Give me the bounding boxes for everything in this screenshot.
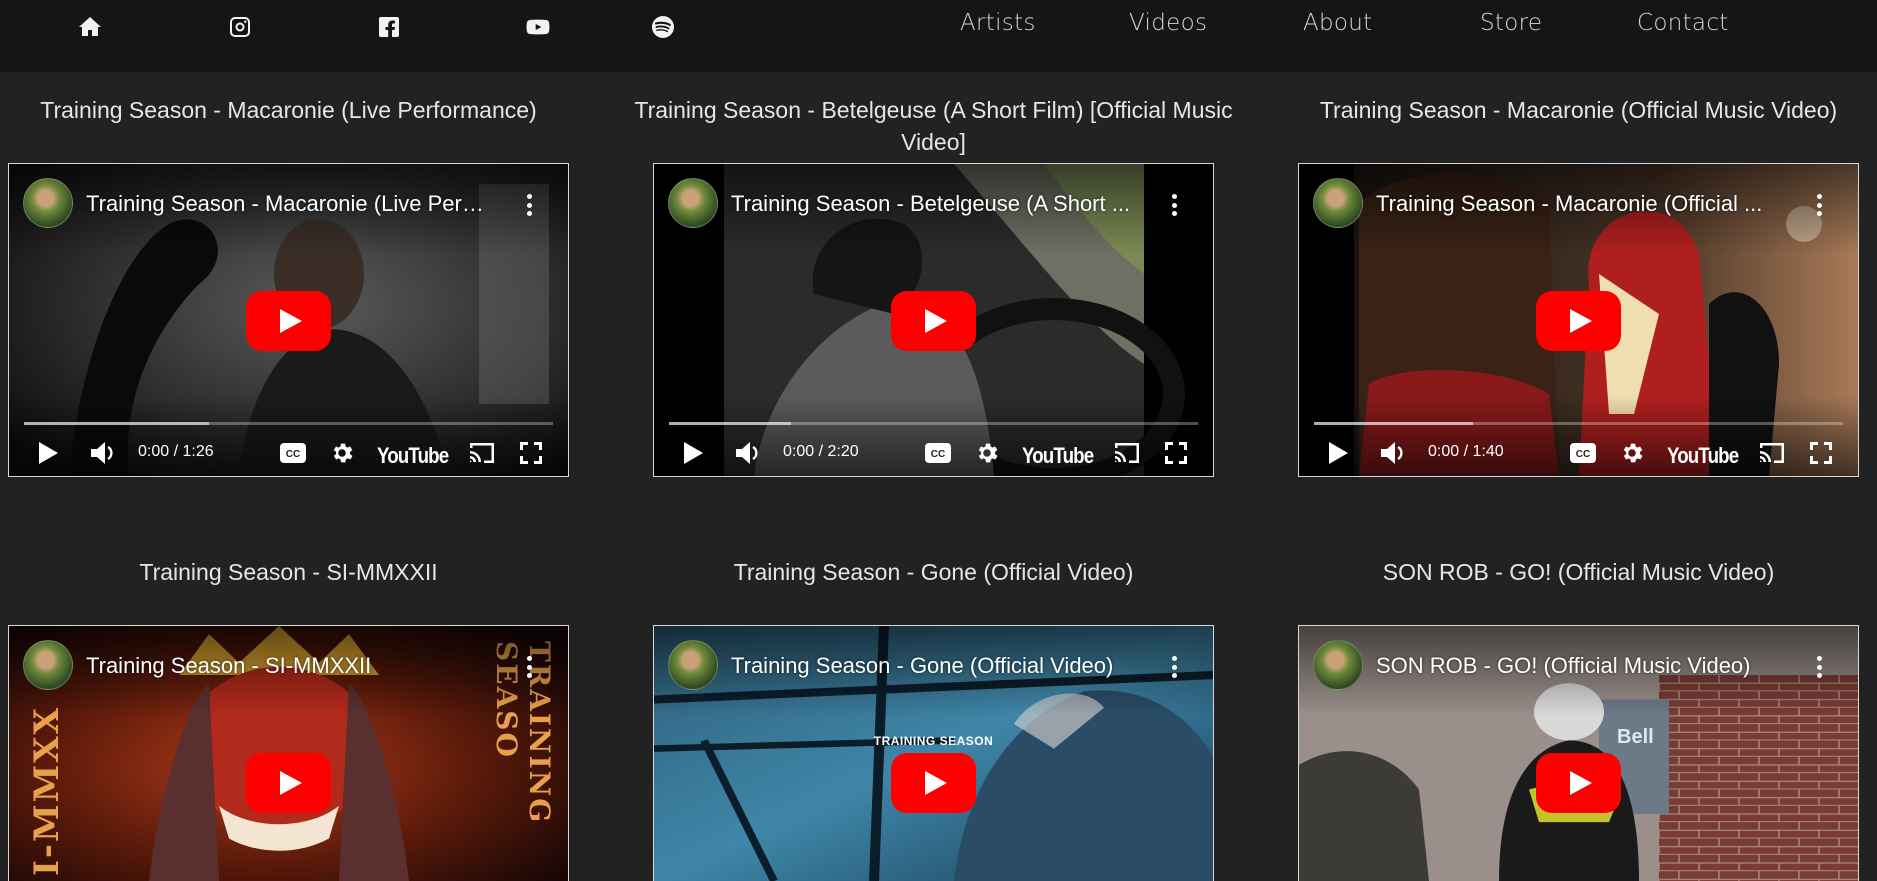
- nav-artists[interactable]: Artists: [960, 10, 1036, 36]
- settings-gear-icon[interactable]: [974, 436, 1000, 470]
- youtube-embed-player[interactable]: Training Season - Betelgeuse (A Short ..…: [653, 163, 1214, 477]
- fullscreen-icon[interactable]: [1164, 436, 1188, 470]
- instagram-icon[interactable]: [225, 12, 255, 42]
- progress-buffered: [669, 422, 791, 425]
- nav-contact[interactable]: Contact: [1637, 10, 1729, 36]
- video-heading: SON ROB - GO! (Official Music Video): [1382, 559, 1775, 585]
- channel-avatar[interactable]: [23, 640, 73, 690]
- large-play-button[interactable]: [891, 753, 976, 813]
- youtube-logo[interactable]: YouTube: [1022, 443, 1094, 469]
- cast-icon[interactable]: [1757, 436, 1787, 470]
- player-video-title[interactable]: Training Season - Betelgeuse (A Short ..…: [731, 191, 1131, 217]
- nav-store[interactable]: Store: [1480, 10, 1542, 36]
- channel-avatar[interactable]: [1313, 640, 1363, 690]
- youtube-icon[interactable]: [523, 12, 553, 42]
- play-icon[interactable]: [1327, 436, 1349, 470]
- settings-gear-icon[interactable]: [1619, 436, 1645, 470]
- progress-buffered: [24, 422, 210, 425]
- more-options-icon[interactable]: [1816, 656, 1822, 678]
- captions-icon[interactable]: CC: [924, 436, 952, 470]
- play-icon[interactable]: [682, 436, 704, 470]
- progress-bar[interactable]: [1314, 422, 1843, 425]
- channel-avatar[interactable]: [668, 640, 718, 690]
- video-heading: Training Season - Gone (Official Video): [733, 559, 1134, 585]
- youtube-embed-player[interactable]: Training Season - Macaronie (Live Perf..…: [8, 163, 569, 477]
- more-options-icon[interactable]: [526, 656, 532, 678]
- video-heading: Training Season - Betelgeuse (A Short Fi…: [634, 97, 1233, 155]
- progress-bar[interactable]: [669, 422, 1198, 425]
- nav-videos[interactable]: Videos: [1129, 10, 1207, 36]
- large-play-button[interactable]: [1536, 291, 1621, 351]
- volume-icon[interactable]: [734, 436, 762, 470]
- more-options-icon[interactable]: [1171, 656, 1177, 678]
- svg-text:CC: CC: [931, 449, 945, 460]
- player-video-title[interactable]: Training Season - Macaronie (Official ..…: [1376, 191, 1776, 217]
- captions-icon[interactable]: CC: [279, 436, 307, 470]
- more-options-icon[interactable]: [1171, 194, 1177, 216]
- thumbnail-sign: Bell: [1617, 726, 1654, 748]
- settings-gear-icon[interactable]: [329, 436, 355, 470]
- youtube-logo[interactable]: YouTube: [377, 443, 449, 469]
- player-video-title[interactable]: Training Season - SI-MMXXII: [86, 653, 486, 679]
- facebook-icon[interactable]: [374, 12, 404, 42]
- youtube-embed-player[interactable]: I-MMXX TRAINING SEASO Training Season - …: [8, 625, 569, 881]
- video-heading: Training Season - Macaronie (Live Perfor…: [40, 97, 537, 123]
- large-play-button[interactable]: [891, 291, 976, 351]
- time-display: 0:00 / 2:20: [783, 443, 859, 460]
- fullscreen-icon[interactable]: [519, 436, 543, 470]
- player-video-title[interactable]: Training Season - Macaronie (Live Perf..…: [86, 191, 486, 217]
- thumbnail-decor: I-MMXX: [27, 706, 67, 877]
- cast-icon[interactable]: [1112, 436, 1142, 470]
- top-navigation-bar: Artists Videos About Store Contact: [0, 0, 1877, 72]
- more-options-icon[interactable]: [1816, 194, 1822, 216]
- youtube-embed-player[interactable]: Training Season - Macaronie (Official ..…: [1298, 163, 1859, 477]
- play-icon[interactable]: [37, 436, 59, 470]
- cast-icon[interactable]: [467, 436, 497, 470]
- more-options-icon[interactable]: [526, 194, 532, 216]
- large-play-button[interactable]: [246, 753, 331, 813]
- volume-icon[interactable]: [89, 436, 117, 470]
- player-video-title[interactable]: Training Season - Gone (Official Video): [731, 653, 1131, 679]
- youtube-embed-player[interactable]: TRAINING SEASON Training Season - Gone (…: [653, 625, 1214, 881]
- progress-buffered: [1314, 422, 1473, 425]
- spotify-icon[interactable]: [648, 12, 678, 42]
- time-display: 0:00 / 1:40: [1428, 443, 1504, 460]
- channel-avatar[interactable]: [1313, 178, 1363, 228]
- channel-avatar[interactable]: [23, 178, 73, 228]
- svg-text:CC: CC: [286, 449, 300, 460]
- home-icon[interactable]: [75, 12, 105, 42]
- captions-icon[interactable]: CC: [1569, 436, 1597, 470]
- youtube-logo[interactable]: YouTube: [1667, 443, 1739, 469]
- youtube-embed-player[interactable]: Bell SON ROB - GO! (Official Music Video…: [1298, 625, 1859, 881]
- video-heading: Training Season - Macaronie (Official Mu…: [1319, 97, 1838, 123]
- time-display: 0:00 / 1:26: [138, 443, 214, 460]
- large-play-button[interactable]: [246, 291, 331, 351]
- nav-about[interactable]: About: [1303, 10, 1373, 36]
- large-play-button[interactable]: [1536, 753, 1621, 813]
- video-heading: Training Season - SI-MMXXII: [139, 559, 438, 585]
- fullscreen-icon[interactable]: [1809, 436, 1833, 470]
- player-video-title[interactable]: SON ROB - GO! (Official Music Video): [1376, 653, 1776, 679]
- thumbnail-caption: TRAINING SEASON: [873, 734, 994, 748]
- volume-icon[interactable]: [1379, 436, 1407, 470]
- progress-bar[interactable]: [24, 422, 553, 425]
- channel-avatar[interactable]: [668, 178, 718, 228]
- svg-text:CC: CC: [1576, 449, 1590, 460]
